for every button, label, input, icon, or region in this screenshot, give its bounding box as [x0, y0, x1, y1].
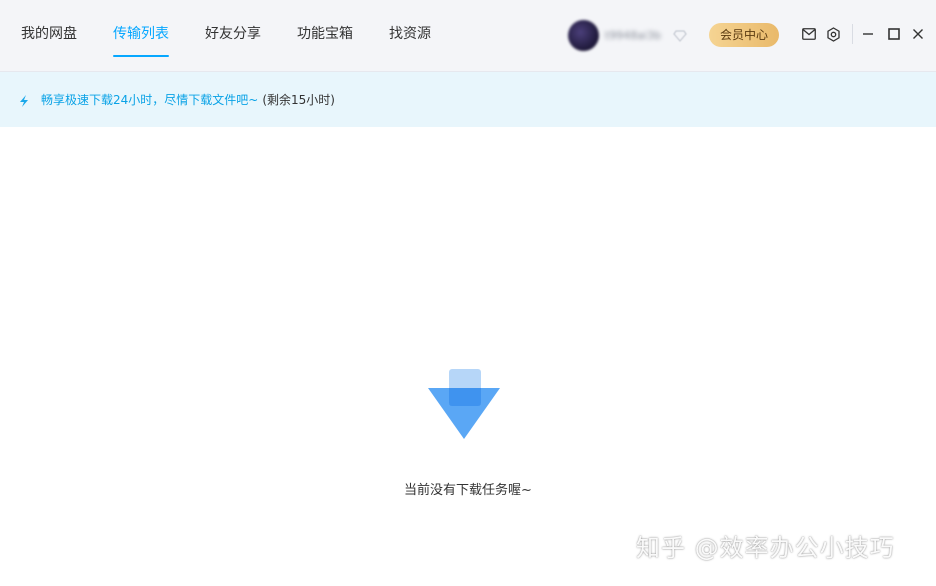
notice-remaining-time: (剩余15小时)	[262, 93, 335, 107]
notice-message: 畅享极速下载24小时，尽情下载文件吧~	[41, 93, 259, 107]
tab-friend-share[interactable]: 好友分享	[205, 0, 261, 72]
watermark: 知乎 @效率办公小技巧	[636, 534, 895, 562]
lightning-icon	[17, 93, 31, 107]
close-icon[interactable]	[910, 26, 926, 42]
tab-find-resources[interactable]: 找资源	[389, 0, 431, 72]
avatar[interactable]	[568, 19, 599, 51]
mail-icon[interactable]	[801, 26, 817, 42]
main-tabs: 我的网盘 传输列表 好友分享 功能宝箱 找资源	[21, 0, 467, 72]
speed-boost-notice: 畅享极速下载24小时，尽情下载文件吧~ (剩余15小时)	[0, 72, 936, 127]
diamond-icon	[673, 28, 687, 42]
vip-center-button[interactable]: 会员中心	[709, 23, 779, 47]
tab-transfer-list[interactable]: 传输列表	[113, 0, 169, 72]
empty-state-text: 当前没有下载任务喔~	[404, 483, 532, 498]
settings-icon[interactable]	[825, 26, 841, 42]
user-profile[interactable]: t9948ai3b	[568, 19, 687, 51]
maximize-icon[interactable]	[886, 26, 902, 42]
top-bar: 我的网盘 传输列表 好友分享 功能宝箱 找资源 t9948ai3b 会员中心	[0, 0, 936, 72]
tab-my-netdisk[interactable]: 我的网盘	[21, 0, 77, 72]
header-divider	[852, 24, 853, 44]
username[interactable]: t9948ai3b	[605, 29, 667, 42]
minimize-icon[interactable]	[860, 26, 876, 42]
tab-feature-toolbox[interactable]: 功能宝箱	[297, 0, 353, 72]
download-arrow-icon	[428, 369, 500, 439]
